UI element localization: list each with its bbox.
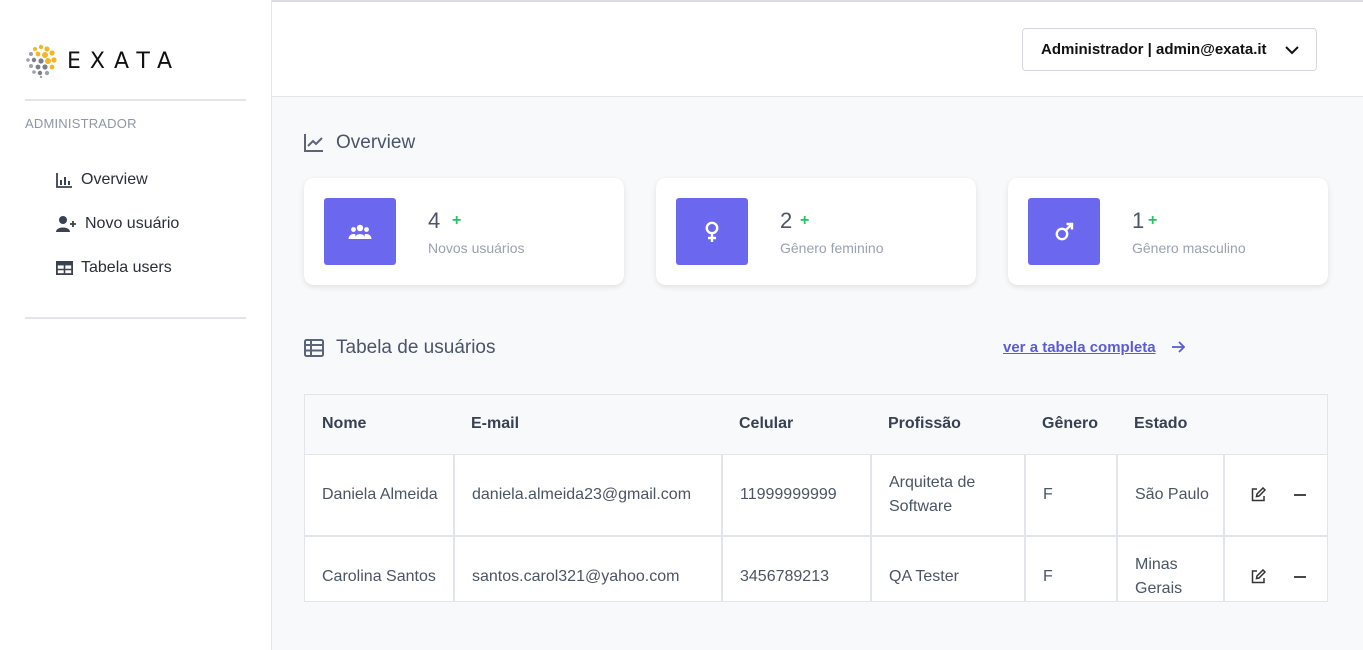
cell-email: santos.carol321@yahoo.com — [454, 536, 723, 601]
overview-title: Overview — [336, 132, 416, 153]
female-icon — [676, 198, 748, 265]
stat-value: 1 — [1132, 208, 1145, 233]
edit-icon[interactable] — [1248, 567, 1268, 587]
cell-actions — [1224, 454, 1327, 537]
account-dropdown[interactable]: Administrador | admin@exata.it — [1022, 28, 1317, 71]
sidebar-item-novo-usuario[interactable]: Novo usuário — [56, 215, 179, 233]
user-plus-icon — [56, 215, 82, 233]
overview-heading: Overview — [304, 132, 415, 154]
sidebar-item-overview[interactable]: Overview — [56, 171, 148, 189]
account-label: Administrador | admin@exata.it — [1041, 41, 1267, 58]
cell-email: daniela.almeida23@gmail.com — [454, 454, 723, 537]
cell-estado: São Paulo — [1117, 454, 1225, 537]
minus-icon[interactable] — [1290, 567, 1310, 587]
users-icon — [324, 198, 396, 265]
column-header-actions — [1224, 395, 1327, 455]
cell-nome: Carolina Santos — [305, 536, 455, 601]
column-header: Profissão — [871, 395, 1025, 455]
table-icon — [56, 259, 78, 277]
sidebar: EXATA ADMINISTRADOR Overview Novo usuári… — [0, 0, 272, 650]
stat-label: Gênero feminino — [780, 240, 884, 256]
column-header: E-mail — [454, 395, 722, 455]
bar-chart-icon — [56, 171, 78, 189]
cell-nome: Daniela Almeida — [305, 454, 455, 537]
users-table-title: Tabela de usuários — [336, 337, 496, 358]
stat-card-genero-feminino: 2 + Gênero feminino — [656, 178, 976, 285]
column-header: Estado — [1117, 395, 1224, 455]
stat-value: 4 — [428, 208, 441, 233]
stat-label: Gênero masculino — [1132, 240, 1246, 256]
table-list-icon — [304, 339, 324, 357]
cell-estado: Minas Gerais — [1117, 536, 1225, 601]
cell-genero: F — [1025, 454, 1118, 537]
cell-celular: 11999999999 — [722, 454, 872, 537]
column-header: Gênero — [1025, 395, 1117, 455]
table-row: Carolina Santos santos.carol321@yahoo.co… — [305, 536, 1327, 601]
stat-plus: + — [800, 212, 810, 229]
chevron-down-icon — [1284, 42, 1300, 62]
sidebar-item-label: Novo usuário — [85, 215, 180, 232]
sidebar-divider — [25, 99, 246, 101]
stat-label: Novos usuários — [428, 240, 525, 256]
cell-profissao: Arquiteta de Software — [871, 454, 1026, 537]
stat-card-genero-masculino: 1 + Gênero masculino — [1008, 178, 1328, 285]
edit-icon[interactable] — [1248, 485, 1268, 505]
cell-genero: F — [1025, 536, 1118, 601]
users-table: Nome E-mail Celular Profissão Gênero Est… — [304, 394, 1328, 602]
full-table-link[interactable]: ver a tabela completa — [1003, 339, 1156, 356]
logo-text: EXATA — [67, 48, 182, 74]
line-chart-icon — [304, 134, 324, 152]
sidebar-divider — [25, 317, 246, 319]
arrow-right-icon[interactable] — [1171, 340, 1186, 359]
male-icon — [1028, 198, 1100, 265]
stat-card-novos-usuarios: 4 + Novos usuários — [304, 178, 624, 285]
sidebar-item-label: Overview — [81, 171, 148, 188]
column-header: Celular — [722, 395, 871, 455]
cell-profissao: QA Tester — [871, 536, 1026, 601]
stat-plus: + — [1148, 212, 1158, 229]
column-header: Nome — [305, 395, 454, 455]
users-table-heading: Tabela de usuários — [304, 337, 496, 359]
logo-mark-icon — [26, 44, 57, 78]
logo[interactable]: EXATA — [25, 44, 181, 78]
minus-icon[interactable] — [1290, 485, 1310, 505]
sidebar-item-label: Tabela users — [81, 259, 172, 276]
table-header-row: Nome E-mail Celular Profissão Gênero Est… — [305, 395, 1327, 455]
stat-value: 2 — [780, 208, 793, 233]
stat-plus: + — [452, 212, 462, 229]
sidebar-section-label: ADMINISTRADOR — [25, 116, 137, 131]
cell-actions — [1224, 536, 1327, 601]
table-row: Daniela Almeida daniela.almeida23@gmail.… — [305, 454, 1327, 537]
top-header: Administrador | admin@exata.it — [272, 2, 1363, 97]
sidebar-item-tabela-users[interactable]: Tabela users — [56, 259, 172, 277]
cell-celular: 3456789213 — [722, 536, 872, 601]
